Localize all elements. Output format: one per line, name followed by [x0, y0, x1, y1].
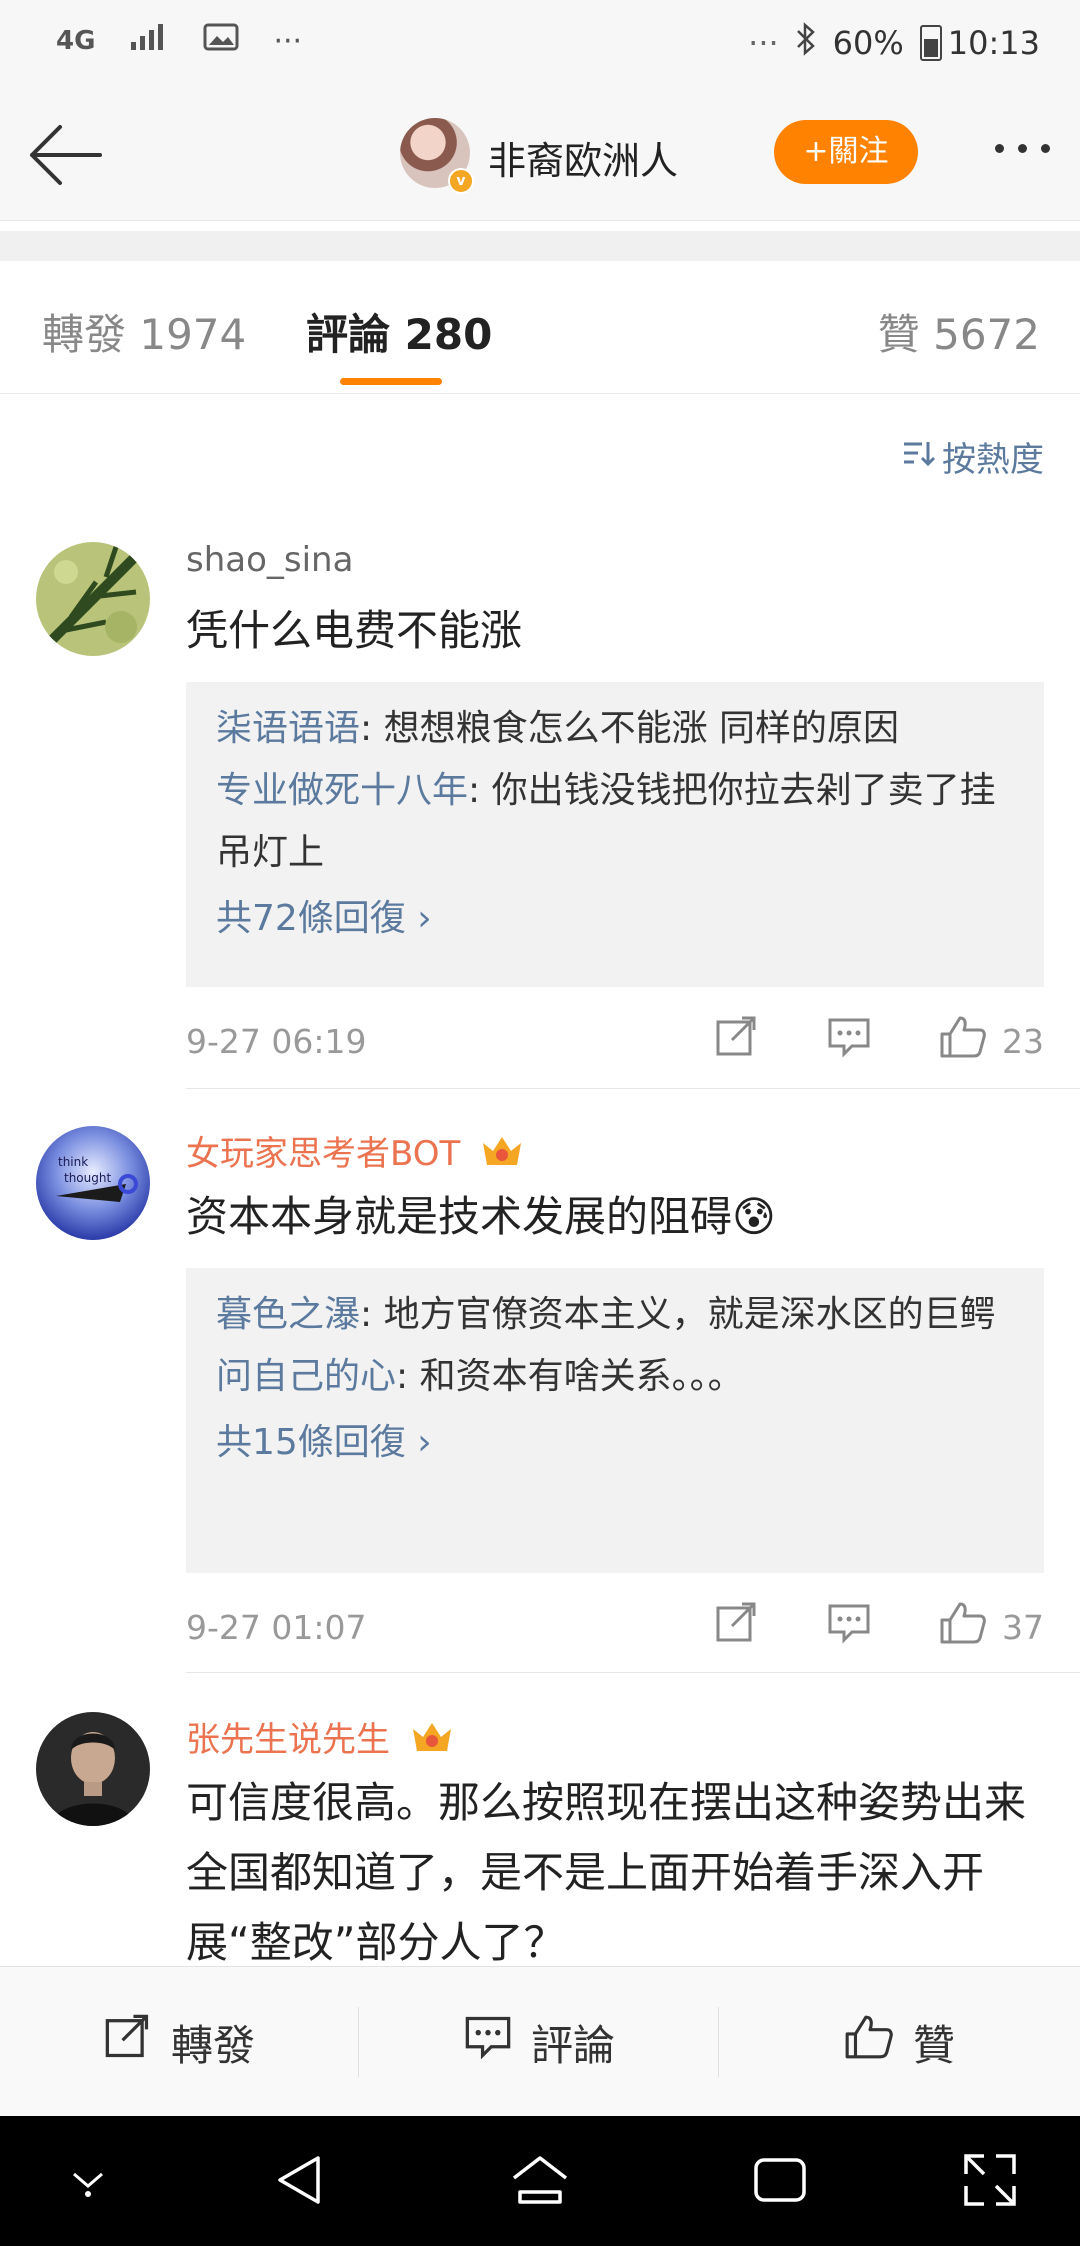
- like-icon: [843, 2012, 895, 2072]
- author-name[interactable]: 非裔欧洲人: [488, 130, 678, 185]
- like-icon[interactable]: [938, 1600, 988, 1650]
- reply-author[interactable]: 专业做死十八年: [216, 770, 468, 811]
- reply-author[interactable]: 暮色之瀑: [216, 1294, 360, 1335]
- like-count: 37: [1002, 1608, 1044, 1647]
- svg-text:think: think: [58, 1155, 88, 1169]
- comment-meta-row: 9-27 01:07 37: [186, 1596, 1044, 1656]
- reply-author[interactable]: 柒语语语: [216, 708, 360, 749]
- reply-text: : 和资本有啥关系。。。: [396, 1356, 744, 1397]
- active-tab-indicator: [340, 378, 442, 385]
- vip-crown-icon: [409, 1717, 455, 1766]
- bottom-action-bar: 轉發 評論 贊: [0, 1966, 1080, 2117]
- battery-icon: [919, 25, 942, 61]
- comment-icon[interactable]: [826, 1014, 872, 1064]
- top-nav-bar: v 非裔欧洲人 +關注: [0, 92, 1080, 221]
- comment-meta-row: 9-27 06:19 23: [186, 1010, 1044, 1070]
- reply-author[interactable]: 问自己的心: [216, 1356, 396, 1397]
- sort-by-hot-button[interactable]: 按熱度: [902, 432, 1044, 481]
- back-nav-icon[interactable]: [272, 2152, 328, 2212]
- battery-percent: 60%: [832, 24, 904, 62]
- like-count: 23: [1002, 1022, 1044, 1061]
- reply-line: 问自己的心: 和资本有啥关系。。。: [216, 1346, 1014, 1408]
- reply-line: 暮色之瀑: 地方官僚资本主义，就是深水区的巨鳄: [216, 1284, 1014, 1346]
- sort-label: 按熱度: [942, 440, 1044, 480]
- comment-time: 9-27 06:19: [186, 1022, 367, 1061]
- verified-badge-icon: v: [448, 168, 474, 194]
- comment-separator: [186, 1088, 1080, 1089]
- sort-icon: [902, 437, 936, 477]
- view-all-replies-link[interactable]: 共72條回復 ›: [216, 888, 1014, 950]
- follow-button[interactable]: +關注: [774, 120, 918, 184]
- status-more-dots: ···: [273, 23, 303, 59]
- clock: 10:13: [947, 24, 1040, 62]
- vip-crown-icon: [479, 1131, 525, 1180]
- repost-button[interactable]: 轉發: [0, 1967, 358, 2117]
- bar-divider: [358, 2007, 359, 2077]
- svg-text:thought: thought: [64, 1171, 111, 1185]
- tab-likes[interactable]: 贊 5672: [878, 301, 1040, 362]
- comment-text: 资本本身就是技术发展的阻碍😰: [186, 1192, 776, 1241]
- comment-time: 9-27 01:07: [186, 1608, 367, 1647]
- signal-icon: [129, 22, 169, 60]
- commenter-name-text: 女玩家思考者BOT: [186, 1134, 461, 1174]
- like-icon[interactable]: [938, 1014, 988, 1064]
- commenter-avatar[interactable]: think thought: [36, 1126, 150, 1240]
- back-arrow-icon[interactable]: [26, 122, 106, 188]
- commenter-name[interactable]: 张先生说先生: [186, 1712, 455, 1766]
- tab-reposts[interactable]: 轉發 1974: [42, 301, 246, 362]
- image-notification-icon: [203, 22, 239, 60]
- comment-icon: [463, 2012, 513, 2072]
- divider-strip: [0, 231, 1080, 261]
- commenter-name-text: 张先生说先生: [186, 1720, 390, 1760]
- repost-icon[interactable]: [714, 1600, 760, 1650]
- comment-separator: [186, 1672, 1080, 1673]
- commenter-avatar[interactable]: [36, 542, 150, 656]
- commenter-name[interactable]: shao_sina: [186, 540, 353, 580]
- comment-icon[interactable]: [826, 1600, 872, 1650]
- reply-preview-box[interactable]: 柒语语语: 想想粮食怎么不能涨 同样的原因 专业做死十八年: 你出钱没钱把你拉去…: [186, 682, 1044, 987]
- expand-screen-icon[interactable]: [962, 2152, 1018, 2212]
- comment-item: 张先生说先生 可信度很高。那么按照现在摆出这种姿势出来全国都知道了，是不是上面开…: [0, 1712, 1080, 1966]
- commenter-avatar[interactable]: [36, 1712, 150, 1826]
- bar-divider: [718, 2007, 719, 2077]
- network-label: 4G: [56, 26, 96, 56]
- status-bar: 4G ··· ··· 60% 10:13: [0, 0, 1080, 92]
- bluetooth-icon: [795, 22, 817, 64]
- like-button[interactable]: 贊: [720, 1967, 1078, 2117]
- reply-text: : 地方官僚资本主义，就是深水区的巨鳄: [360, 1294, 996, 1335]
- repost-icon[interactable]: [714, 1014, 760, 1064]
- home-nav-icon[interactable]: [510, 2152, 570, 2212]
- comment-button[interactable]: 評論: [360, 1967, 718, 2117]
- reply-text: : 想想粮食怎么不能涨 同样的原因: [360, 708, 900, 749]
- repost-label: 轉發: [170, 2020, 255, 2070]
- hide-keyboard-icon[interactable]: [66, 2168, 110, 2202]
- system-nav-bar: [0, 2116, 1080, 2246]
- view-all-replies-link[interactable]: 共15條回復 ›: [216, 1412, 1014, 1474]
- repost-icon: [103, 2012, 153, 2072]
- comment-text: 可信度很高。那么按照现在摆出这种姿势出来全国都知道了，是不是上面开始着手深入开展…: [186, 1778, 1027, 1966]
- status-right-dots: ···: [748, 24, 779, 62]
- more-options-icon[interactable]: [995, 144, 1050, 153]
- commenter-name[interactable]: 女玩家思考者BOT: [186, 1126, 525, 1180]
- comment-label: 評論: [530, 2020, 615, 2070]
- reply-line: 专业做死十八年: 你出钱没钱把你拉去剁了卖了挂吊灯上: [216, 760, 1014, 884]
- reply-preview-box[interactable]: 暮色之瀑: 地方官僚资本主义，就是深水区的巨鳄 问自己的心: 和资本有啥关系。。…: [186, 1268, 1044, 1573]
- recents-nav-icon[interactable]: [752, 2152, 808, 2212]
- comment-text: 凭什么电费不能涨: [186, 606, 523, 655]
- tab-bar: 轉發 1974 評論 280 贊 5672: [0, 261, 1080, 394]
- like-label: 贊: [912, 2020, 955, 2070]
- reply-line: 柒语语语: 想想粮食怎么不能涨 同样的原因: [216, 698, 1014, 760]
- tab-comments[interactable]: 評論 280: [306, 301, 492, 362]
